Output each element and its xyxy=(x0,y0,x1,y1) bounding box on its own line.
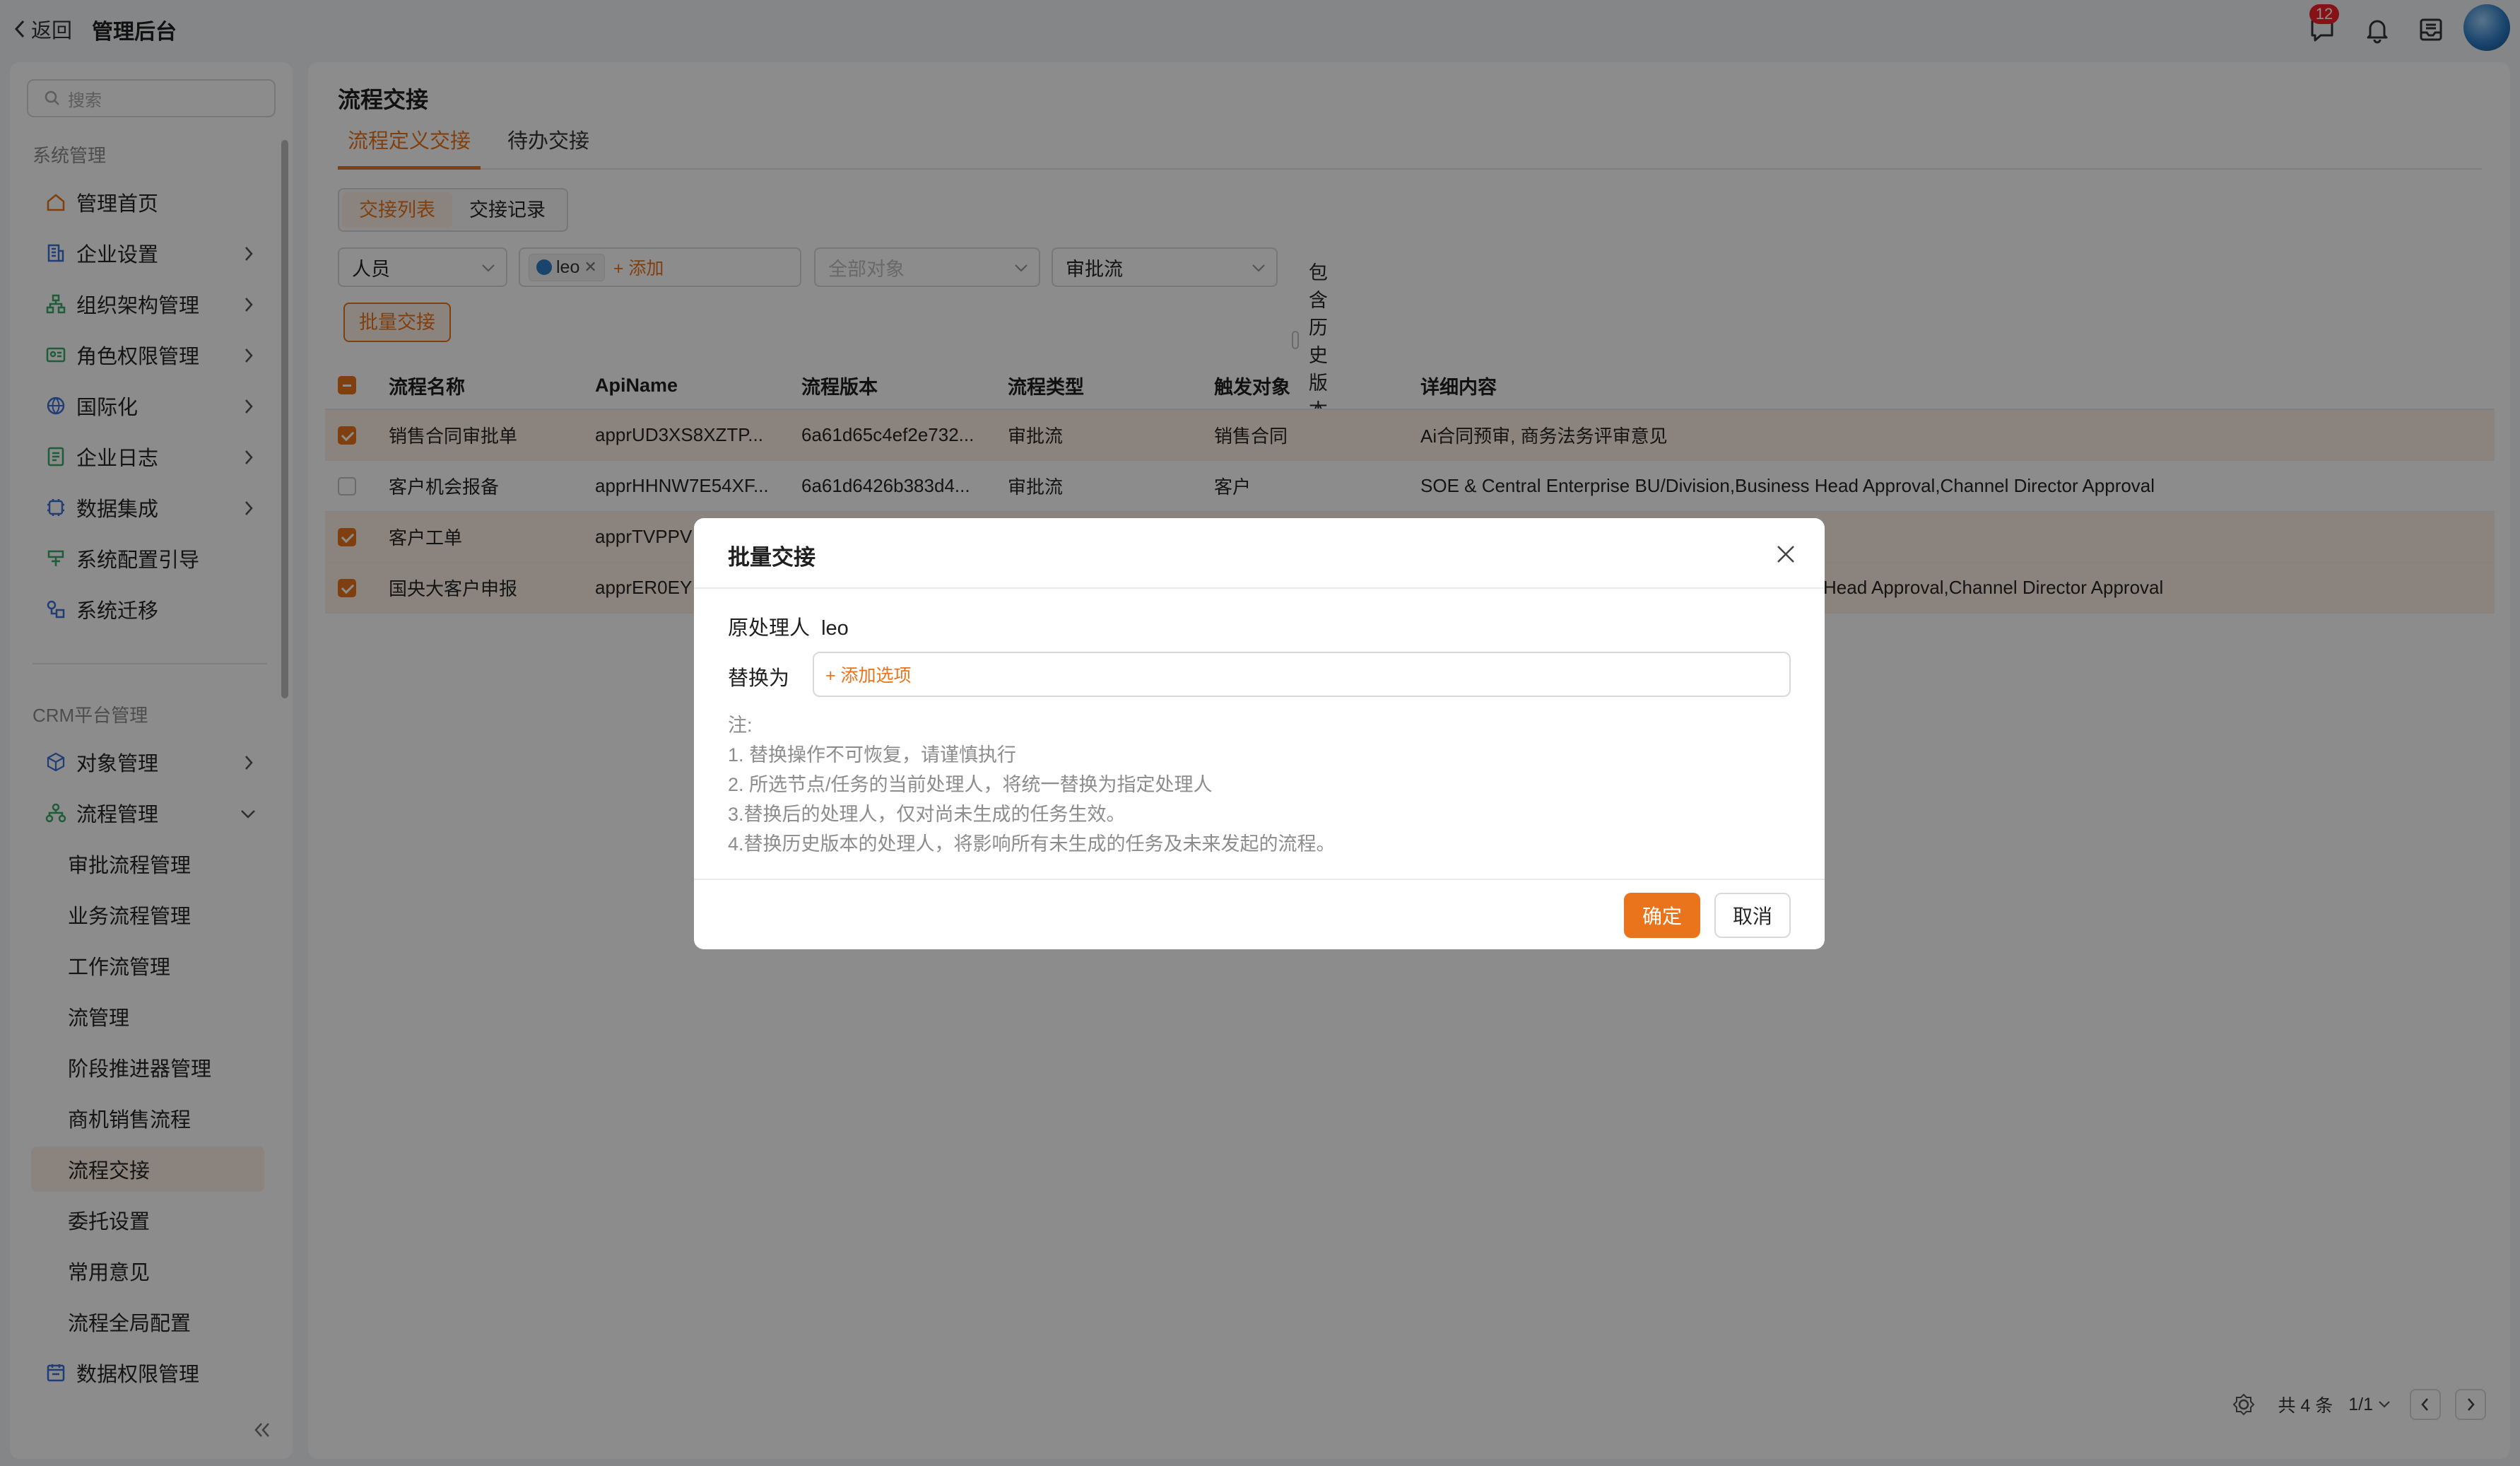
note-line: 3.替换后的处理人，仅对尚未生成的任务生效。 xyxy=(728,804,1126,825)
cancel-button[interactable]: 取消 xyxy=(1714,893,1791,938)
confirm-button[interactable]: 确定 xyxy=(1624,893,1700,938)
note-line: 2. 所选节点/任务的当前处理人，将统一替换为指定处理人 xyxy=(728,774,1213,795)
batch-handover-dialog: 批量交接 原处理人 leo 替换为 + 添加选项 注: 1. 替换操作不可恢复，… xyxy=(694,518,1825,949)
dialog-header: 批量交接 xyxy=(694,518,1825,589)
note-line: 4.替换历史版本的处理人，将影响所有未生成的任务及未来发起的流程。 xyxy=(728,833,1336,855)
original-handler-value: leo xyxy=(821,617,849,640)
dialog-notes: 注: 1. 替换操作不可恢复，请谨慎执行 2. 所选节点/任务的当前处理人，将统… xyxy=(728,710,1336,859)
add-option-link[interactable]: + 添加选项 xyxy=(825,662,912,687)
dialog-footer: 确定 取消 xyxy=(694,879,1825,949)
replace-label: 替换为 xyxy=(728,667,790,690)
dialog-title: 批量交接 xyxy=(728,545,816,570)
original-handler: 原处理人 leo xyxy=(728,611,849,641)
original-handler-label: 原处理人 xyxy=(728,617,811,640)
note-line: 1. 替换操作不可恢复，请谨慎执行 xyxy=(728,744,1017,766)
replace-with-input[interactable]: + 添加选项 xyxy=(813,652,1791,697)
note-line: 注: xyxy=(728,715,753,736)
close-icon[interactable] xyxy=(1774,542,1798,566)
